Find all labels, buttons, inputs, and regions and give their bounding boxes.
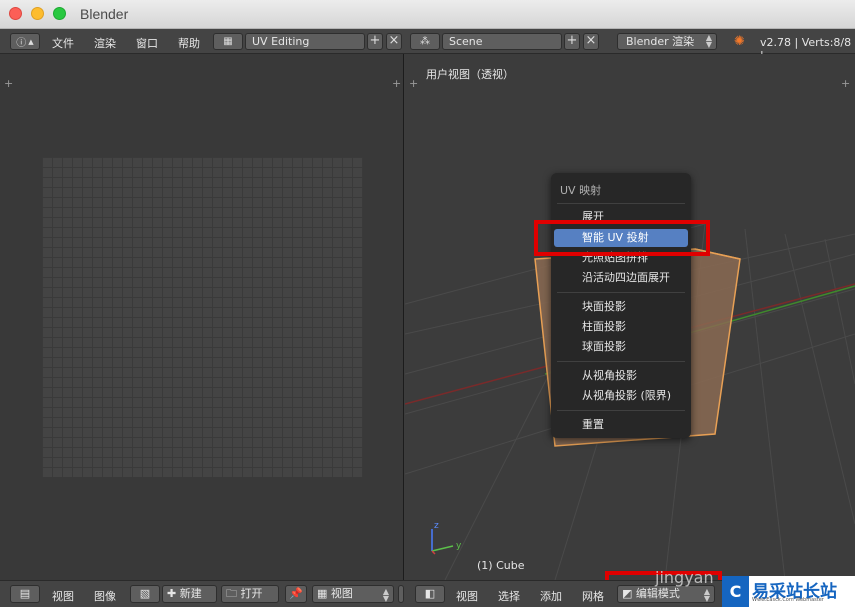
blender-logo-icon: ✺ [734, 34, 745, 49]
view3d-menu-view[interactable]: 视图 [456, 588, 478, 604]
uv-image-editor[interactable]: + + [0, 54, 404, 580]
area-split-icon[interactable]: + [392, 78, 401, 89]
uv-menu-image[interactable]: 图像 [94, 588, 116, 604]
chevron-updown-icon: ▲ ▼ [705, 33, 712, 49]
uv-grid[interactable] [42, 157, 363, 477]
image-browse-button[interactable]: ▧ [130, 585, 160, 603]
scene-field[interactable]: Scene [442, 33, 562, 50]
view3d-menu-mesh[interactable]: 网格 [582, 588, 604, 604]
menu-window[interactable]: 窗口 [136, 35, 158, 51]
menu-item-project-from-view[interactable]: 从视角投影 [554, 367, 688, 385]
logo-mark: C [722, 576, 749, 607]
menu-item-project-from-view-bounds[interactable]: 从视角投影 (限界) [554, 387, 688, 405]
window-title: Blender [80, 6, 129, 22]
menu-item-cube-projection[interactable]: 块面投影 [554, 298, 688, 316]
view-icon: ▦ [317, 587, 328, 600]
uv-menu-view[interactable]: 视图 [52, 588, 74, 604]
open-image-label: 打开 [240, 587, 263, 600]
view3d-menu-add[interactable]: 添加 [540, 588, 562, 604]
menu-separator [557, 410, 685, 411]
add-screen-button[interactable]: + [367, 33, 383, 50]
plus-icon: ✚ [167, 587, 177, 600]
info-header: ⓘ ▲ 文件 渲染 窗口 帮助 ▦ UV Editing + × ⁂ Scene … [0, 29, 855, 62]
watermark-text: jingyan [655, 568, 714, 587]
menu-item-sphere-projection[interactable]: 球面投影 [554, 338, 688, 356]
editor-type-icon: ▤ [19, 587, 31, 600]
uv-editor-type-selector[interactable]: ▤ [10, 585, 40, 603]
uv-menu-title: UV 映射 [560, 184, 602, 197]
image-icon: ▧ [139, 587, 151, 600]
close-window-button[interactable] [9, 7, 22, 20]
screen-layout-field[interactable]: UV Editing [245, 33, 365, 50]
mode-dropdown[interactable]: ◩ 编辑模式 ▲ ▼ [617, 585, 715, 603]
pin-icon: 📌 [289, 587, 303, 600]
active-object-label: (1) Cube [477, 559, 525, 572]
render-engine-label: Blender 渲染 [626, 35, 695, 48]
remove-scene-button[interactable]: × [583, 33, 599, 50]
menu-help[interactable]: 帮助 [178, 35, 200, 51]
menu-file[interactable]: 文件 [52, 35, 74, 51]
menu-separator [557, 203, 685, 204]
add-scene-button[interactable]: + [564, 33, 580, 50]
chevron-updown-icon: ▲ ▼ [382, 587, 389, 603]
minimize-window-button[interactable] [31, 7, 44, 20]
highlight-box-smart-uv [534, 220, 710, 256]
menu-separator [557, 361, 685, 362]
3d-editor-type-selector[interactable]: ◧ [415, 585, 445, 603]
chevron-updown-icon: ▲ ▼ [703, 587, 710, 603]
scene-icon: ⁂ [420, 36, 430, 47]
info-icon: ⓘ [16, 38, 27, 49]
render-engine-dropdown[interactable]: Blender 渲染 ▲ ▼ [617, 33, 717, 50]
uv-mapping-menu: UV 映射 展开 智能 UV 投射 光照贴图拼排 沿活动四边面展开 块面投影 柱… [551, 173, 691, 438]
uv-view-dropdown[interactable]: ▦ 视图 ▲ ▼ [312, 585, 394, 603]
area-split-icon[interactable]: + [4, 78, 13, 89]
menu-separator [557, 292, 685, 293]
folder-icon: 🗀 [226, 587, 237, 600]
window-titlebar: Blender [0, 0, 855, 29]
cube-icon: ◧ [424, 587, 436, 600]
remove-screen-button[interactable]: × [386, 33, 402, 50]
menu-item-reset[interactable]: 重置 [554, 416, 688, 434]
site-logo: C 易采站长站 Www.Easck.Com Webmaster [722, 576, 855, 607]
axis-gizmo: z y [431, 521, 462, 555]
pin-button[interactable]: 📌 [285, 585, 307, 603]
view3d-menu-select[interactable]: 选择 [498, 588, 520, 604]
screen-layout-icon: ▦ [223, 36, 233, 47]
overflow-indicator [398, 585, 404, 603]
mode-dropdown-label: 编辑模式 [635, 587, 680, 600]
edit-mode-icon: ◩ [622, 587, 633, 600]
new-image-button[interactable]: ✚ 新建 [162, 585, 217, 603]
menu-item-follow-active-quads[interactable]: 沿活动四边面展开 [554, 269, 688, 287]
uv-view-dropdown-label: 视图 [330, 587, 353, 600]
menu-render[interactable]: 渲染 [94, 35, 116, 51]
scene-selector[interactable]: ⁂ [410, 33, 440, 50]
editor-type-selector[interactable]: ⓘ ▲ [10, 33, 40, 50]
menu-item-cylinder-projection[interactable]: 柱面投影 [554, 318, 688, 336]
new-image-label: 新建 [179, 587, 202, 600]
axis-z-label: z [434, 521, 439, 531]
screen-layout-selector[interactable]: ▦ [213, 33, 243, 50]
logo-subtext: Www.Easck.Com Webmaster [752, 597, 824, 603]
zoom-window-button[interactable] [53, 7, 66, 20]
axis-y-label: y [456, 541, 462, 551]
open-image-button[interactable]: 🗀 打开 [221, 585, 279, 603]
